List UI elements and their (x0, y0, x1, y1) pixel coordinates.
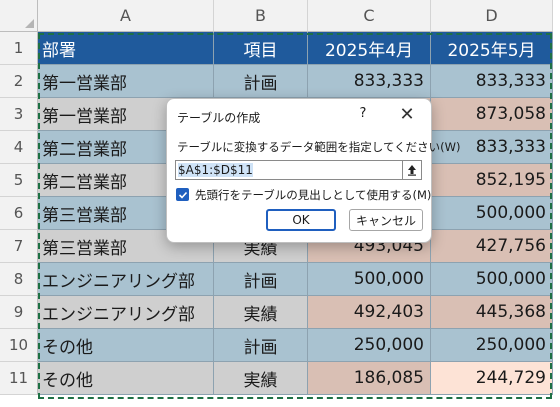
row-header-7[interactable]: 7 (0, 230, 38, 263)
table-cell[interactable]: 873,058 (431, 98, 553, 131)
upload-arrow-icon[interactable] (402, 160, 422, 180)
table-cell[interactable]: 計画 (214, 263, 308, 296)
row-header-11[interactable]: 11 (0, 362, 38, 395)
dialog-title: テーブルの作成 (177, 111, 261, 125)
table-cell[interactable]: 445,368 (431, 296, 553, 329)
table-cell[interactable]: エンジニアリング部 (38, 263, 214, 296)
table-cell[interactable]: 492,403 (308, 296, 431, 329)
column-header-b[interactable]: B (214, 0, 308, 32)
row-header-10[interactable]: 10 (0, 329, 38, 362)
table-cell[interactable]: 実績 (214, 296, 308, 329)
table-cell[interactable]: 427,756 (431, 230, 553, 263)
table-header-cell[interactable]: 項目 (214, 32, 308, 65)
help-button[interactable]: ? (355, 106, 371, 121)
row-header-1[interactable]: 1 (0, 32, 38, 65)
table-cell[interactable]: 833,333 (308, 65, 431, 98)
table-cell[interactable]: 244,729 (431, 362, 553, 395)
row-header-4[interactable]: 4 (0, 131, 38, 164)
table-header-cell[interactable]: 2025年5月 (431, 32, 553, 65)
table-cell[interactable]: 500,000 (308, 263, 431, 296)
row-header-3[interactable]: 3 (0, 98, 38, 131)
table-cell[interactable]: 186,085 (308, 362, 431, 395)
cancel-button[interactable]: キャンセル (349, 209, 423, 231)
close-icon[interactable]: ✕ (395, 103, 419, 125)
row-header-6[interactable]: 6 (0, 197, 38, 230)
table-cell[interactable]: 計画 (214, 65, 308, 98)
table-cell[interactable]: 250,000 (308, 329, 431, 362)
header-row-checkbox-label[interactable]: 先頭行をテーブルの見出しとして使用する(M) (195, 187, 431, 203)
table-cell[interactable]: その他 (38, 362, 214, 395)
table-cell[interactable]: 第一営業部 (38, 65, 214, 98)
range-prompt-label: テーブルに変換するデータ範囲を指定してください(W) (177, 140, 461, 154)
row-header-9[interactable]: 9 (0, 296, 38, 329)
row-header-2[interactable]: 2 (0, 65, 38, 98)
table-cell[interactable]: 実績 (214, 362, 308, 395)
table-header-cell[interactable]: 部署 (38, 32, 214, 65)
row-header-8[interactable]: 8 (0, 263, 38, 296)
table-cell[interactable]: 250,000 (431, 329, 553, 362)
select-all-corner[interactable] (0, 0, 38, 32)
table-cell[interactable]: 852,195 (431, 164, 553, 197)
table-cell[interactable]: その他 (38, 329, 214, 362)
row-header-5[interactable]: 5 (0, 164, 38, 197)
ok-button[interactable]: OK (266, 209, 336, 231)
table-cell[interactable]: 500,000 (431, 197, 553, 230)
table-header-cell[interactable]: 2025年4月 (308, 32, 431, 65)
range-input-value: $A$1:$D$11 (178, 163, 253, 177)
column-header-a[interactable]: A (38, 0, 214, 32)
column-header-d[interactable]: D (431, 0, 553, 32)
table-cell[interactable]: エンジニアリング部 (38, 296, 214, 329)
column-header-c[interactable]: C (308, 0, 431, 32)
create-table-dialog: テーブルの作成 ? ✕ テーブルに変換するデータ範囲を指定してください(W) $… (166, 98, 460, 243)
table-cell[interactable]: 833,333 (431, 65, 553, 98)
range-input[interactable]: $A$1:$D$11 (175, 160, 402, 180)
table-cell[interactable]: 計画 (214, 329, 308, 362)
table-cell[interactable]: 500,000 (431, 263, 553, 296)
header-row-checkbox[interactable] (176, 188, 189, 201)
